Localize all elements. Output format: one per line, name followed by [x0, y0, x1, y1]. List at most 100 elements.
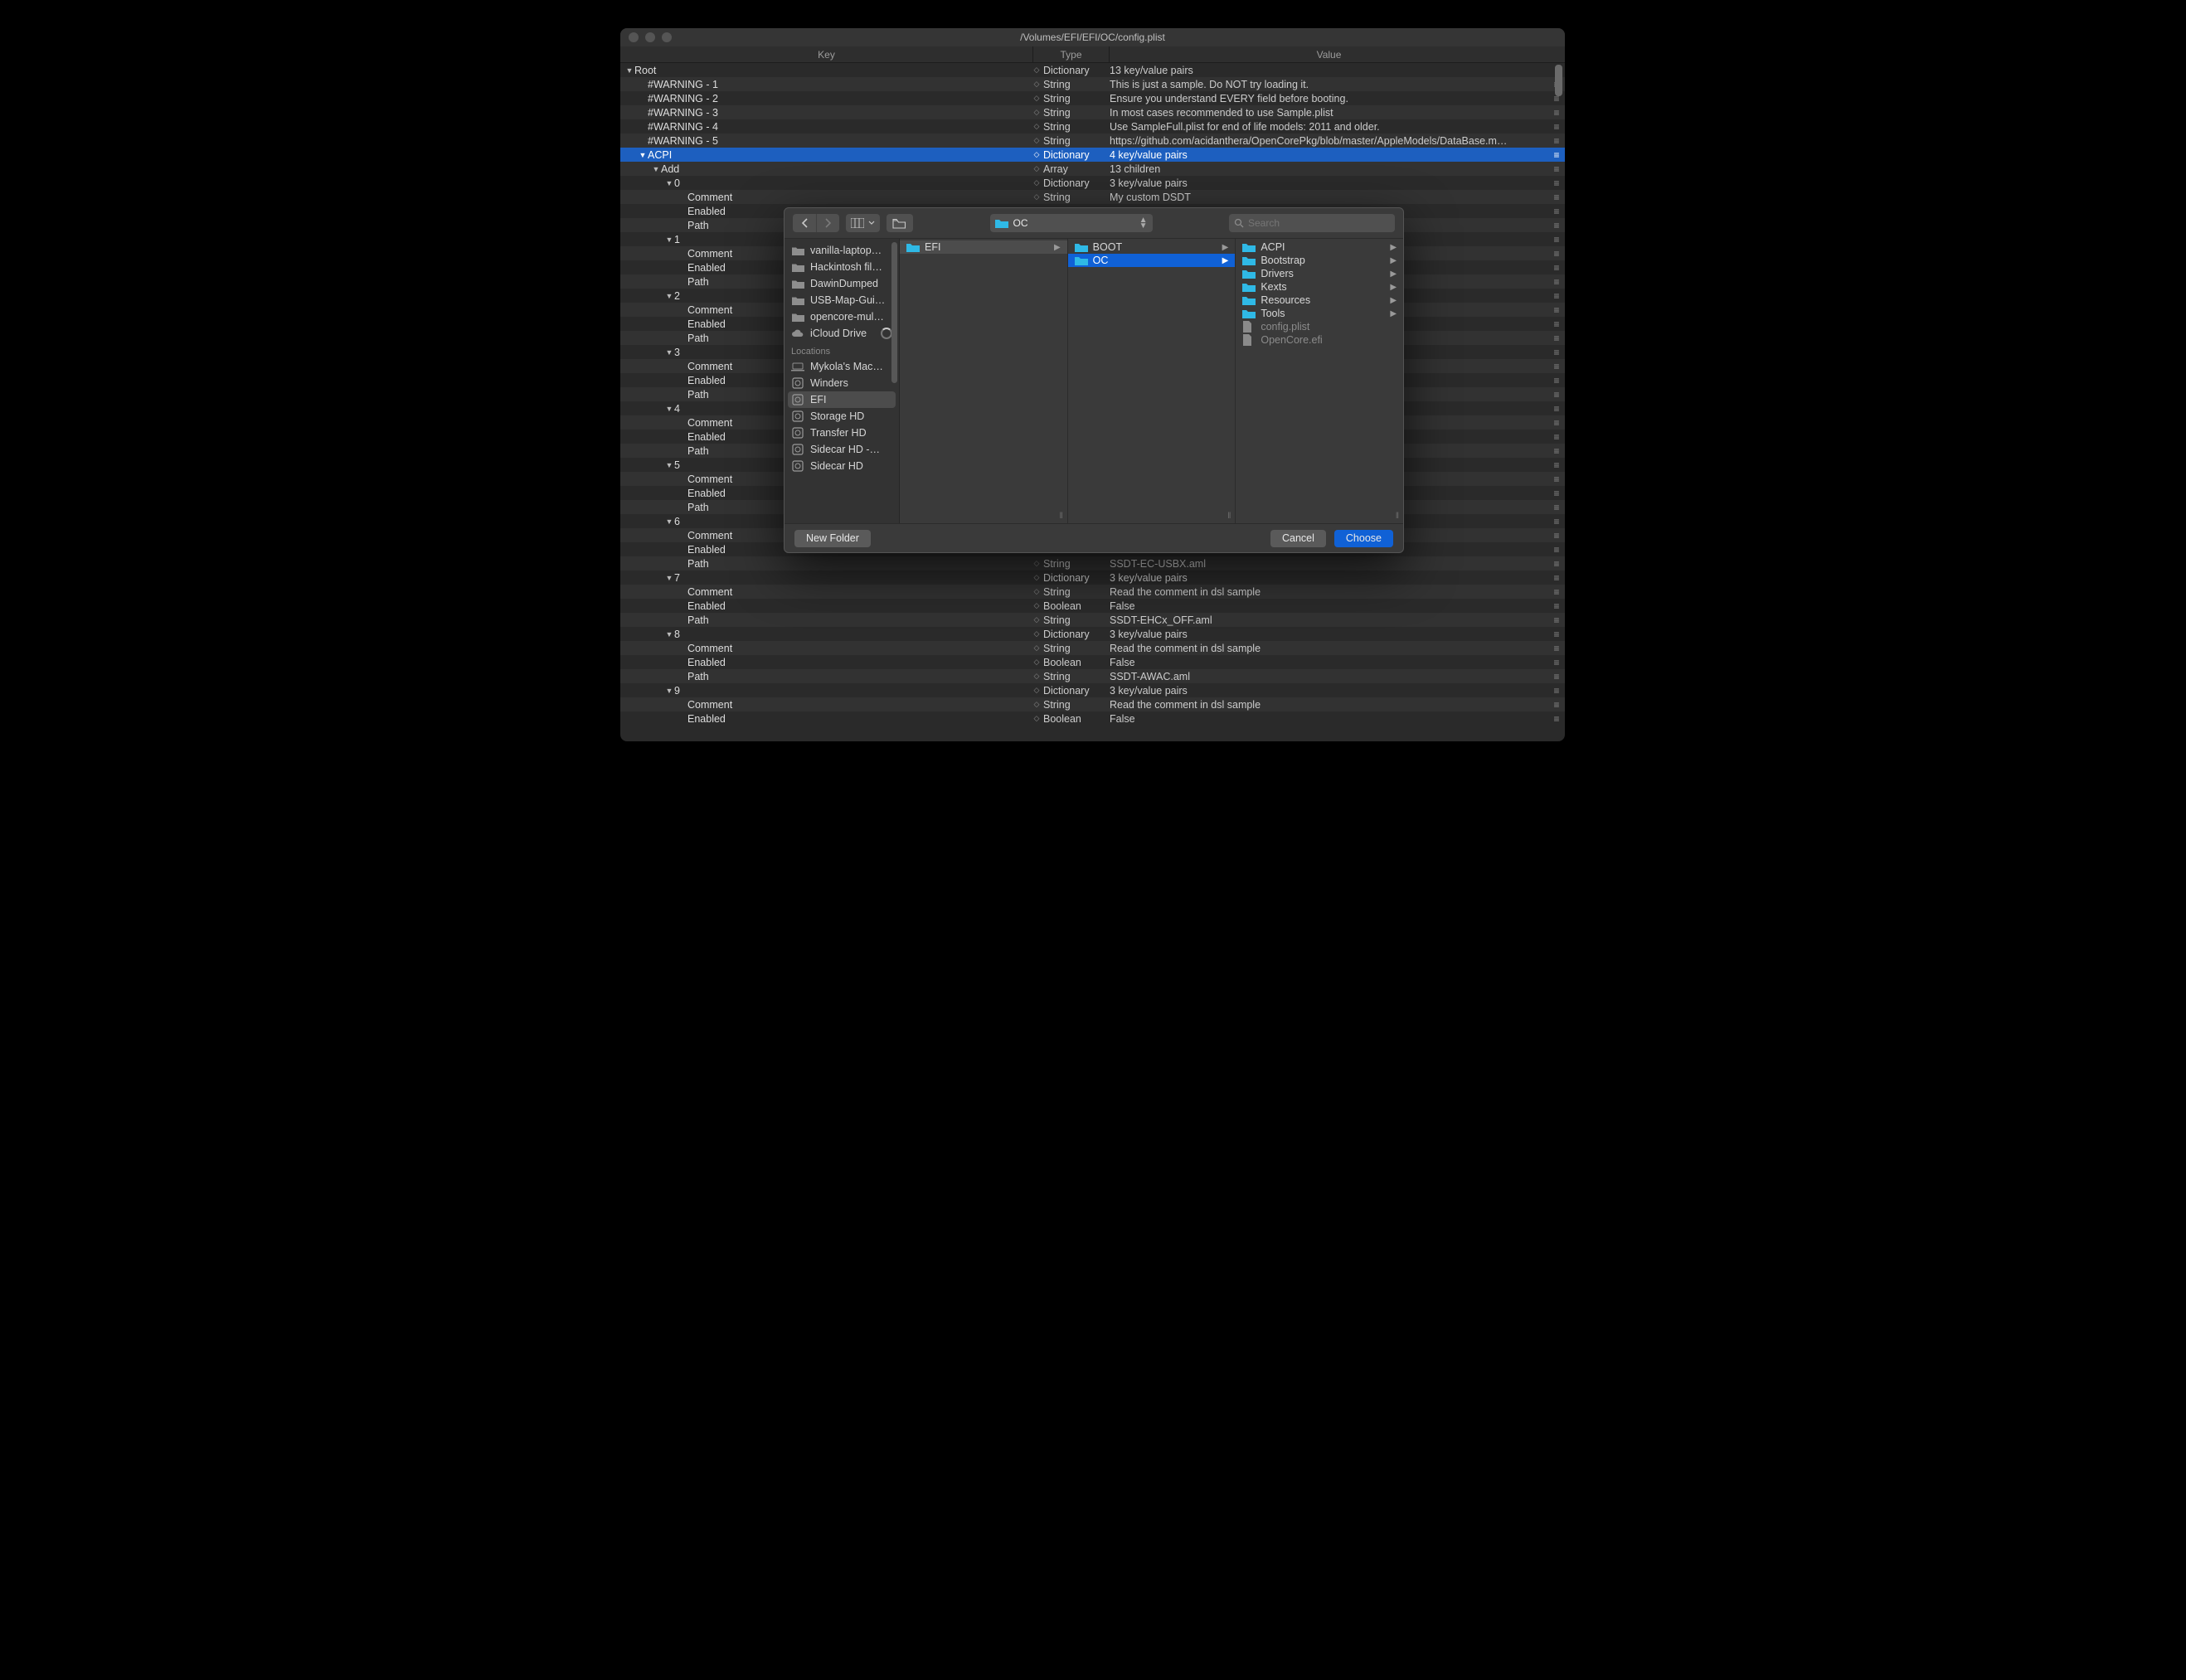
plist-row[interactable]: Path◇StringSSDT-EC-USBX.aml≡	[620, 556, 1565, 571]
disclosure-icon[interactable]: ▼	[665, 348, 673, 357]
reorder-handle-icon[interactable]: ≡	[1548, 530, 1565, 541]
reorder-handle-icon[interactable]: ≡	[1548, 516, 1565, 527]
type-caret-icon[interactable]: ◇	[1033, 714, 1040, 723]
type-caret-icon[interactable]: ◇	[1033, 573, 1040, 582]
plist-row[interactable]: ▼Root◇Dictionary13 key/value pairs	[620, 63, 1565, 77]
reorder-handle-icon[interactable]: ≡	[1548, 234, 1565, 245]
reorder-handle-icon[interactable]: ≡	[1548, 262, 1565, 274]
plist-row[interactable]: Comment◇StringRead the comment in dsl sa…	[620, 585, 1565, 599]
sidebar-item[interactable]: opencore-mul…	[785, 308, 899, 325]
plist-row[interactable]: #WARNING - 5◇Stringhttps://github.com/ac…	[620, 134, 1565, 148]
reorder-handle-icon[interactable]: ≡	[1548, 600, 1565, 612]
reorder-handle-icon[interactable]: ≡	[1548, 290, 1565, 302]
column-pane[interactable]: EFI▶ ‖	[900, 239, 1068, 523]
reorder-handle-icon[interactable]: ≡	[1548, 643, 1565, 654]
disclosure-icon[interactable]: ▼	[665, 405, 673, 413]
traffic-lights[interactable]	[629, 32, 672, 42]
sidebar-item[interactable]: vanilla-laptop…	[785, 242, 899, 259]
column-resize-handle[interactable]: ‖	[1060, 512, 1064, 521]
type-caret-icon[interactable]: ◇	[1033, 615, 1040, 624]
pane-item[interactable]: Bootstrap▶	[1236, 254, 1403, 267]
sidebar-item[interactable]: EFI	[788, 391, 896, 408]
pane-item[interactable]: Kexts▶	[1236, 280, 1403, 294]
type-caret-icon[interactable]: ◇	[1033, 686, 1040, 695]
type-caret-icon[interactable]: ◇	[1033, 559, 1040, 568]
disclosure-icon[interactable]: ▼	[665, 179, 673, 187]
plist-row[interactable]: ▼7◇Dictionary3 key/value pairs≡	[620, 571, 1565, 585]
reorder-handle-icon[interactable]: ≡	[1548, 220, 1565, 231]
disclosure-icon[interactable]: ▼	[665, 687, 673, 695]
reorder-handle-icon[interactable]: ≡	[1548, 206, 1565, 217]
sidebar-item[interactable]: Storage HD	[785, 408, 899, 425]
disclosure-icon[interactable]: ▼	[652, 165, 660, 173]
reorder-handle-icon[interactable]: ≡	[1548, 699, 1565, 711]
reorder-handle-icon[interactable]: ≡	[1548, 572, 1565, 584]
reorder-handle-icon[interactable]: ≡	[1548, 347, 1565, 358]
sidebar-item[interactable]: Sidecar HD -…	[785, 441, 899, 458]
type-caret-icon[interactable]: ◇	[1033, 672, 1040, 681]
reorder-handle-icon[interactable]: ≡	[1548, 685, 1565, 697]
sidebar-item[interactable]: Winders	[785, 375, 899, 391]
disclosure-icon[interactable]: ▼	[665, 630, 673, 638]
type-caret-icon[interactable]: ◇	[1033, 601, 1040, 610]
disclosure-icon[interactable]: ▼	[639, 151, 647, 159]
folder-action-button[interactable]	[887, 214, 913, 232]
disclosure-icon[interactable]: ▼	[665, 235, 673, 244]
type-caret-icon[interactable]: ◇	[1033, 192, 1040, 202]
back-button[interactable]	[793, 214, 816, 232]
type-caret-icon[interactable]: ◇	[1033, 66, 1040, 75]
reorder-handle-icon[interactable]: ≡	[1548, 361, 1565, 372]
pane-item[interactable]: BOOT▶	[1068, 240, 1236, 254]
type-caret-icon[interactable]: ◇	[1033, 587, 1040, 596]
type-caret-icon[interactable]: ◇	[1033, 150, 1040, 159]
pane-item[interactable]: config.plist	[1236, 320, 1403, 333]
minimize-icon[interactable]	[645, 32, 655, 42]
plist-row[interactable]: #WARNING - 4◇StringUse SampleFull.plist …	[620, 119, 1565, 134]
column-key[interactable]: Key	[620, 46, 1033, 62]
titlebar[interactable]: /Volumes/EFI/EFI/OC/config.plist	[620, 28, 1565, 46]
reorder-handle-icon[interactable]: ≡	[1548, 177, 1565, 189]
type-caret-icon[interactable]: ◇	[1033, 700, 1040, 709]
type-caret-icon[interactable]: ◇	[1033, 164, 1040, 173]
disclosure-icon[interactable]: ▼	[665, 517, 673, 526]
plist-row[interactable]: Comment◇StringRead the comment in dsl sa…	[620, 697, 1565, 711]
reorder-handle-icon[interactable]: ≡	[1548, 304, 1565, 316]
pane-item[interactable]: Resources▶	[1236, 294, 1403, 307]
view-mode-button[interactable]	[846, 214, 880, 232]
plist-row[interactable]: Path◇StringSSDT-AWAC.aml≡	[620, 669, 1565, 683]
reorder-handle-icon[interactable]: ≡	[1548, 135, 1565, 147]
type-caret-icon[interactable]: ◇	[1033, 658, 1040, 667]
column-pane[interactable]: ACPI▶Bootstrap▶Drivers▶Kexts▶Resources▶T…	[1236, 239, 1403, 523]
pane-item[interactable]: Tools▶	[1236, 307, 1403, 320]
reorder-handle-icon[interactable]: ≡	[1548, 657, 1565, 668]
reorder-handle-icon[interactable]: ≡	[1548, 121, 1565, 133]
type-caret-icon[interactable]: ◇	[1033, 629, 1040, 638]
reorder-handle-icon[interactable]: ≡	[1548, 713, 1565, 725]
path-popup[interactable]: OC ▲▼	[990, 214, 1153, 232]
sidebar-item[interactable]: Sidecar HD	[785, 458, 899, 474]
type-caret-icon[interactable]: ◇	[1033, 178, 1040, 187]
reorder-handle-icon[interactable]: ≡	[1548, 629, 1565, 640]
plist-row[interactable]: #WARNING - 1◇StringThis is just a sample…	[620, 77, 1565, 91]
choose-button[interactable]: Choose	[1334, 530, 1393, 547]
sidebar-scrollbar[interactable]	[891, 242, 897, 383]
reorder-handle-icon[interactable]: ≡	[1548, 375, 1565, 386]
reorder-handle-icon[interactable]: ≡	[1548, 107, 1565, 119]
plist-row[interactable]: #WARNING - 2◇StringEnsure you understand…	[620, 91, 1565, 105]
reorder-handle-icon[interactable]: ≡	[1548, 431, 1565, 443]
column-resize-handle[interactable]: ‖	[1227, 512, 1231, 521]
disclosure-icon[interactable]: ▼	[625, 66, 634, 75]
plist-row[interactable]: ▼0◇Dictionary3 key/value pairs≡	[620, 176, 1565, 190]
search-field[interactable]	[1229, 214, 1395, 232]
plist-row[interactable]: Enabled◇BooleanFalse≡	[620, 599, 1565, 613]
column-view[interactable]: EFI▶‖BOOT▶OC▶‖ACPI▶Bootstrap▶Drivers▶Kex…	[900, 239, 1403, 523]
type-caret-icon[interactable]: ◇	[1033, 643, 1040, 653]
new-folder-button[interactable]: New Folder	[794, 530, 871, 547]
forward-button[interactable]	[816, 214, 839, 232]
column-value[interactable]: Value	[1110, 46, 1548, 62]
cancel-button[interactable]: Cancel	[1270, 530, 1326, 547]
pane-item[interactable]: EFI▶	[900, 240, 1067, 254]
reorder-handle-icon[interactable]: ≡	[1548, 333, 1565, 344]
disclosure-icon[interactable]: ▼	[665, 461, 673, 469]
reorder-handle-icon[interactable]: ≡	[1548, 614, 1565, 626]
